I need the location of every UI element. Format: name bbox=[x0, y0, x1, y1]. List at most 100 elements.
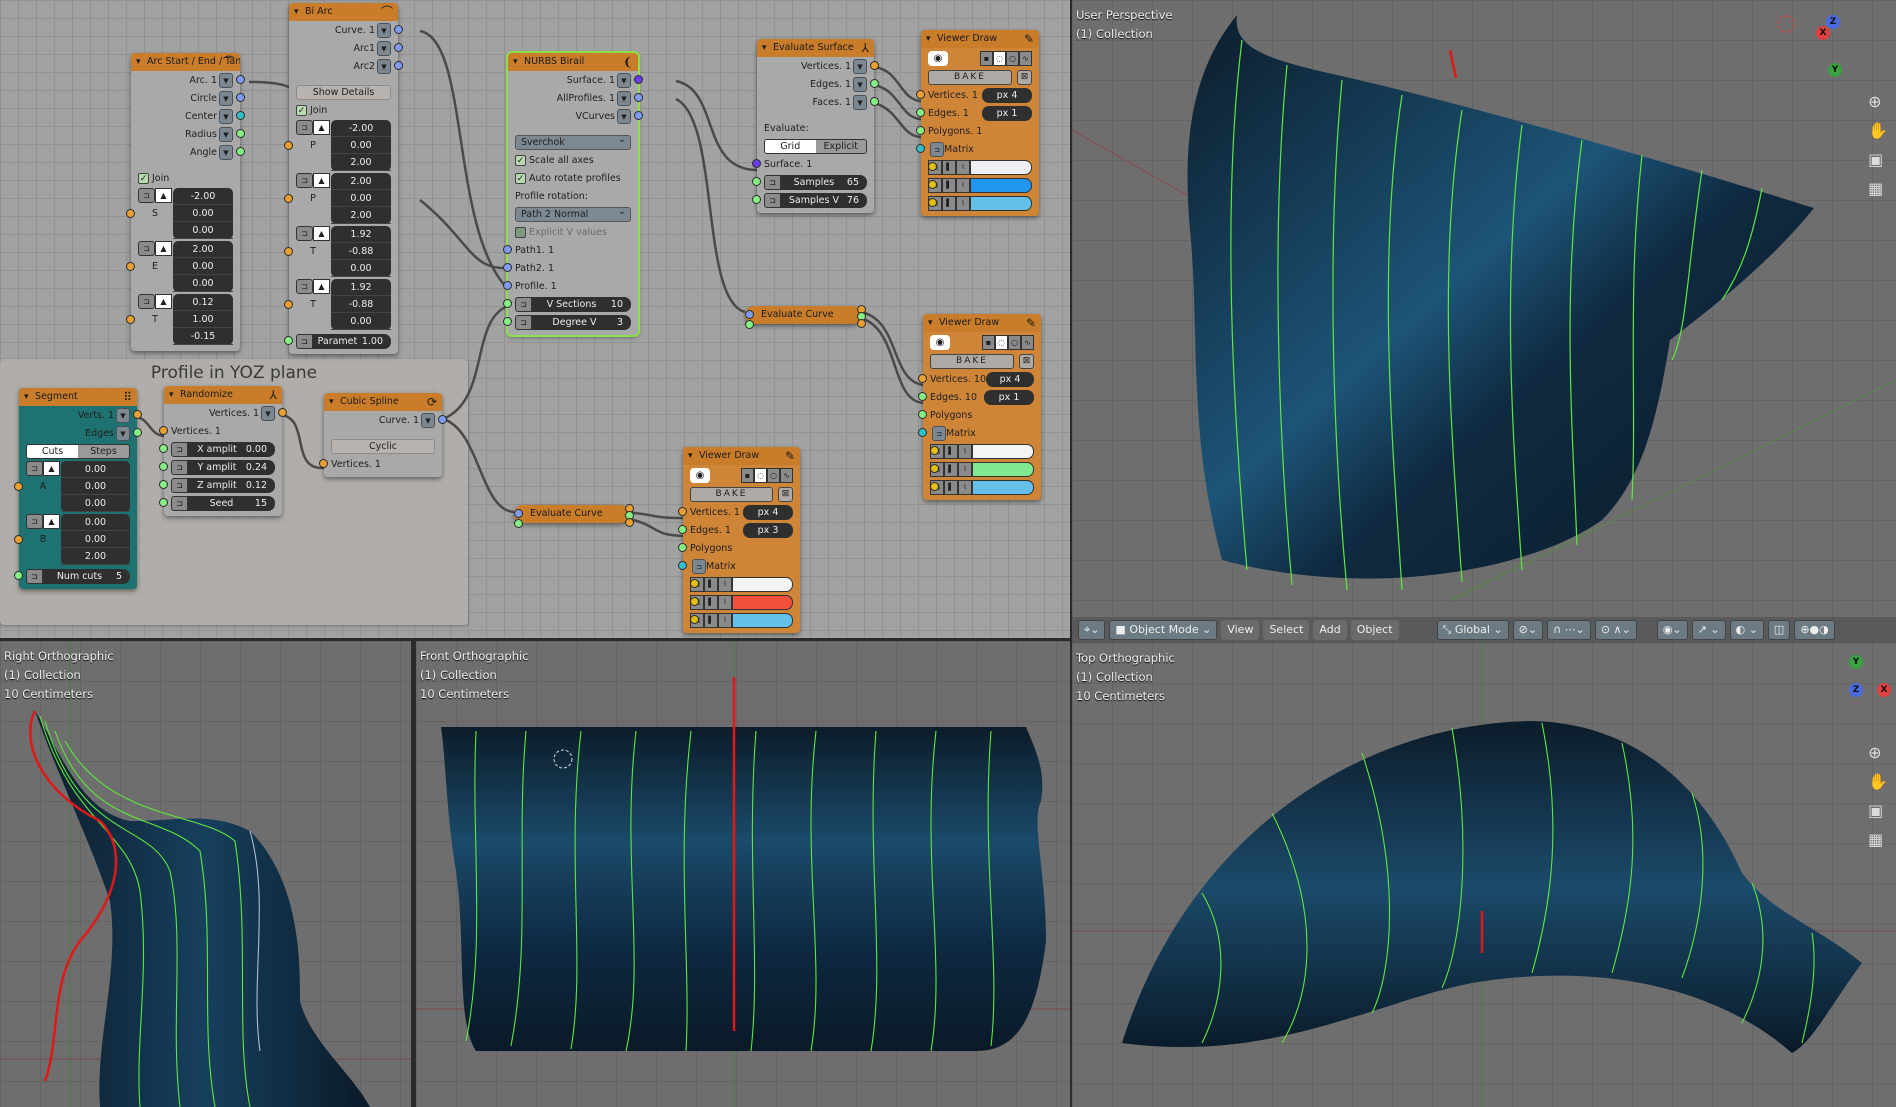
dropdown-arrow-icon[interactable]: ▼ bbox=[219, 108, 233, 124]
number-socket[interactable] bbox=[752, 177, 761, 186]
dropdown-arrow-icon[interactable]: ▼ bbox=[617, 72, 631, 88]
vector-component-field[interactable]: 1.92 bbox=[331, 226, 391, 243]
checkbox-row[interactable]: ✓ Join bbox=[131, 169, 240, 187]
gizmo-z[interactable]: Z bbox=[1826, 15, 1840, 29]
style-icon[interactable]: ⌇ bbox=[718, 576, 732, 592]
curve-socket[interactable] bbox=[634, 111, 643, 120]
bake-button[interactable]: BAKE bbox=[928, 69, 1012, 85]
node-randomize[interactable]: Randomize⅄Vertices. 1▼Vertices. 1⊐X ampl… bbox=[159, 386, 287, 516]
curve-socket[interactable] bbox=[503, 263, 512, 272]
number-socket[interactable] bbox=[503, 299, 512, 308]
style-icon[interactable]: ⌇ bbox=[958, 461, 972, 477]
node-vd1[interactable]: Viewer Draw✎◉▪◌○∿BAKE⊠Vertices. 1px 4Edg… bbox=[916, 30, 1039, 216]
color-swatch[interactable] bbox=[970, 195, 1032, 211]
circle-icon[interactable]: ○ bbox=[767, 468, 780, 483]
viewport-front-ortho[interactable]: Front Orthographic (1) Collection 10 Cen… bbox=[416, 641, 1070, 1107]
link-icon[interactable]: ⊐ bbox=[764, 192, 781, 208]
curve-socket[interactable] bbox=[236, 75, 245, 84]
zoom-icon[interactable]: ⊕ bbox=[1868, 92, 1888, 111]
number-field[interactable]: ⊐ X amplit 0.00 bbox=[171, 441, 275, 457]
curve-socket[interactable] bbox=[745, 310, 754, 319]
eye-icon[interactable]: ◉ bbox=[928, 51, 948, 66]
link-icon[interactable]: ⊐ bbox=[764, 174, 781, 190]
shade-icon[interactable]: ▌ bbox=[704, 594, 718, 610]
curve-socket[interactable] bbox=[394, 61, 403, 70]
vector-component-field[interactable]: -0.88 bbox=[331, 296, 391, 313]
toggle-explicit[interactable]: Explicit bbox=[815, 139, 866, 153]
link-icon[interactable]: ⊐ bbox=[138, 241, 155, 256]
eye-icon[interactable]: ◉ bbox=[690, 468, 710, 483]
gizmo-toggle[interactable]: ↗ ⌄ bbox=[1691, 620, 1726, 640]
vector-component-field[interactable]: -2.00 bbox=[331, 120, 391, 137]
node-ec1[interactable]: Evaluate Curve bbox=[745, 305, 866, 329]
matrix-socket[interactable] bbox=[916, 144, 925, 153]
grip-icon[interactable]: ⠿ bbox=[123, 388, 132, 406]
style-icon[interactable]: ⌇ bbox=[958, 443, 972, 459]
shade-icon[interactable]: ▌ bbox=[704, 576, 718, 592]
vertices-socket[interactable] bbox=[278, 408, 287, 417]
node-vd2[interactable]: Viewer Draw✎◉▪◌○∿BAKE⊠Vertices. 10px 4Ed… bbox=[918, 314, 1041, 500]
shading-buttons[interactable]: ⊕●◑ bbox=[1794, 620, 1835, 640]
style-icon[interactable]: ⌇ bbox=[718, 594, 732, 610]
hand-icon[interactable]: ✋ bbox=[1868, 772, 1888, 791]
show-details-button[interactable]: Show Details bbox=[296, 84, 391, 100]
matrix-socket[interactable] bbox=[236, 111, 245, 120]
checkbox-row[interactable]: ✓ Join bbox=[289, 101, 398, 119]
link-icon[interactable]: ⊐ bbox=[296, 173, 313, 188]
node-segment[interactable]: Segment⠿Verts. 1▼Edges▼CutsSteps⊐▲A0.000… bbox=[14, 388, 142, 589]
number-socket[interactable] bbox=[678, 525, 687, 534]
vertices-socket[interactable] bbox=[133, 410, 142, 419]
vertices-socket[interactable] bbox=[14, 535, 23, 544]
color-socket[interactable] bbox=[930, 482, 939, 491]
color-swatch[interactable] bbox=[970, 159, 1032, 175]
surface-icon[interactable]: ⅄ bbox=[270, 386, 277, 404]
checkbox[interactable]: ✓ bbox=[515, 154, 526, 166]
expand-toggle-icon[interactable]: ▲ bbox=[155, 241, 172, 256]
vector-component-field[interactable]: 0.00 bbox=[61, 514, 130, 531]
vector-component-field[interactable]: 0.00 bbox=[61, 495, 130, 512]
dropdown-arrow-icon[interactable]: ▼ bbox=[116, 425, 130, 441]
bake-button[interactable]: BAKE bbox=[690, 486, 773, 502]
dropdown-arrow-icon[interactable]: ▼ bbox=[261, 405, 275, 421]
vector-component-field[interactable]: 2.00 bbox=[331, 207, 391, 224]
node-header[interactable]: Segment ⠿ bbox=[19, 388, 137, 406]
number-socket[interactable] bbox=[159, 480, 168, 489]
style-icon[interactable]: ⌇ bbox=[958, 479, 972, 495]
mode-select[interactable]: ■ Object Mode ⌄ bbox=[1109, 620, 1218, 640]
checkbox[interactable]: ✓ bbox=[296, 104, 307, 116]
link-icon[interactable]: ⊐ bbox=[296, 120, 313, 135]
zoom-icon[interactable]: ⊕ bbox=[1868, 743, 1888, 762]
vector-component-field[interactable]: 2.00 bbox=[61, 548, 130, 565]
vector-component-field[interactable]: 0.12 bbox=[173, 294, 233, 311]
shade-icon[interactable]: ▌ bbox=[944, 461, 958, 477]
number-socket[interactable] bbox=[159, 498, 168, 507]
color-socket[interactable] bbox=[690, 579, 699, 588]
gizmo-y[interactable]: Y bbox=[1828, 63, 1842, 77]
expand-toggle-icon[interactable]: ▲ bbox=[43, 461, 60, 476]
viewport-perspective[interactable]: User Perspective (1) Collection Z Y X ⊕ ✋… bbox=[1072, 0, 1896, 617]
shade-icon[interactable]: ▌ bbox=[944, 443, 958, 459]
node-nurbs[interactable]: NURBS Birail❨Surface. 1▼AllProfiles. 1▼V… bbox=[503, 51, 643, 337]
vertices-socket[interactable] bbox=[916, 90, 925, 99]
link-icon[interactable]: ⊐ bbox=[138, 294, 155, 309]
bake-options-icon[interactable]: ⊠ bbox=[778, 486, 793, 502]
color-socket[interactable] bbox=[930, 464, 939, 473]
vector-component-field[interactable]: 0.00 bbox=[61, 461, 130, 478]
node-header[interactable]: NURBS Birail ❨ bbox=[508, 53, 638, 71]
shade-icon[interactable]: ▌ bbox=[942, 195, 956, 211]
xray-toggle[interactable]: ◫ bbox=[1767, 620, 1791, 640]
number-socket[interactable] bbox=[678, 543, 687, 552]
color-socket[interactable] bbox=[928, 180, 937, 189]
dropdown-arrow-icon[interactable]: ▼ bbox=[219, 72, 233, 88]
vector-component-field[interactable]: 0.00 bbox=[173, 222, 233, 239]
number-socket[interactable] bbox=[503, 317, 512, 326]
pencil-icon[interactable]: ✎ bbox=[1026, 314, 1036, 332]
dropdown-arrow-icon[interactable]: ▼ bbox=[219, 90, 233, 106]
vector-component-field[interactable]: 0.00 bbox=[173, 205, 233, 222]
dropdown-arrow-icon[interactable]: ▼ bbox=[377, 58, 391, 74]
vertices-socket[interactable] bbox=[678, 507, 687, 516]
expand-toggle-icon[interactable]: ▲ bbox=[155, 294, 172, 309]
toggle-cuts[interactable]: Cuts bbox=[27, 444, 78, 458]
pivot-button[interactable]: ⊘⌄ bbox=[1512, 620, 1544, 640]
hand-icon[interactable]: ✋ bbox=[1868, 121, 1888, 140]
